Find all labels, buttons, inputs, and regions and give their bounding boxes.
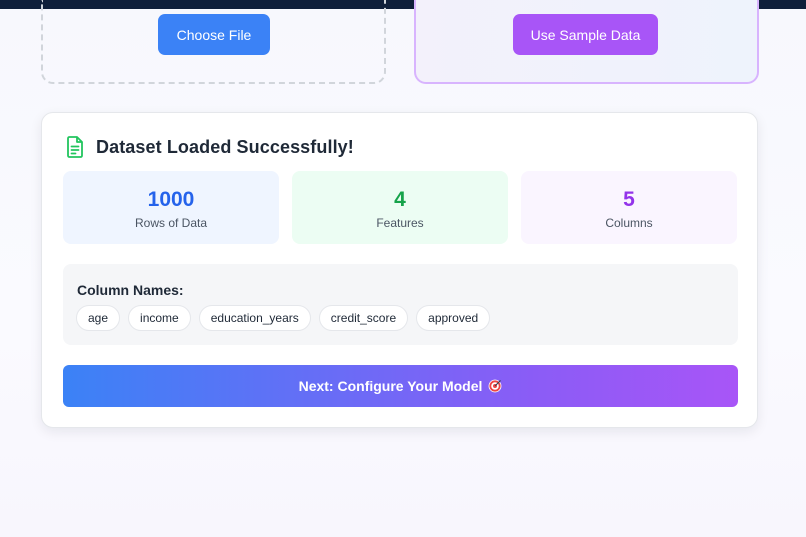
columns-label: Columns bbox=[605, 216, 653, 230]
features-count: 4 bbox=[394, 188, 406, 211]
next-configure-model-button[interactable]: Next: Configure Your Model bbox=[63, 365, 738, 407]
column-chip-income: income bbox=[128, 305, 191, 331]
column-names-heading: Column Names: bbox=[77, 282, 184, 298]
column-chip-approved: approved bbox=[416, 305, 491, 331]
use-sample-data-button[interactable]: Use Sample Data bbox=[513, 14, 658, 55]
choose-file-button[interactable]: Choose File bbox=[158, 14, 270, 55]
rows-label: Rows of Data bbox=[134, 216, 208, 230]
features-stat: 4 Features bbox=[292, 171, 508, 244]
columns-count: 5 bbox=[623, 188, 635, 211]
column-chips: age income education_years credit_score … bbox=[76, 305, 491, 331]
dataset-summary-card: Dataset Loaded Successfully! 1000 Rows o… bbox=[41, 112, 758, 428]
column-names-panel: Column Names: age income education_years… bbox=[63, 264, 738, 345]
features-label: Features bbox=[376, 216, 424, 230]
rows-count: 1000 bbox=[147, 188, 195, 211]
column-chip-education-years: education_years bbox=[198, 305, 311, 331]
column-chip-age: age bbox=[76, 305, 121, 331]
card-header: Dataset Loaded Successfully! bbox=[66, 135, 354, 159]
target-icon bbox=[489, 379, 502, 393]
rows-stat: 1000 Rows of Data bbox=[63, 171, 279, 244]
document-icon bbox=[67, 136, 83, 158]
next-button-label: Next: Configure Your Model bbox=[298, 378, 483, 394]
dataset-loaded-title: Dataset Loaded Successfully! bbox=[96, 136, 354, 157]
columns-stat: 5 Columns bbox=[521, 171, 737, 244]
column-chip-credit-score: credit_score bbox=[318, 305, 409, 331]
